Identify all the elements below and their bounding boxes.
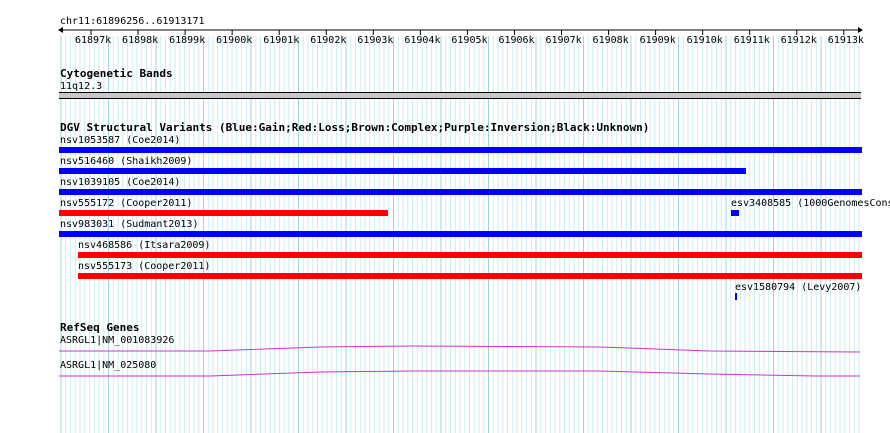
ruler-tick-label: 61910k bbox=[686, 35, 723, 46]
ruler-tick-label: 61899k bbox=[169, 35, 206, 46]
gene-model-nm-025080 bbox=[59, 370, 860, 377]
variant-label[interactable]: nsv468586 (Itsara2009) bbox=[78, 240, 210, 251]
gene-label[interactable]: ASRGL1|NM_001083926 bbox=[60, 335, 174, 346]
gene-model-nm-001083926 bbox=[59, 345, 861, 353]
variant-label[interactable]: esv1580794 (Levy2007) bbox=[735, 282, 861, 293]
ruler-tick-label: 61912k bbox=[780, 35, 817, 46]
variant-label[interactable]: nsv516460 (Shaikh2009) bbox=[60, 156, 192, 167]
variant-bar-loss[interactable] bbox=[78, 273, 862, 279]
ruler-tick-label: 61900k bbox=[216, 35, 253, 46]
ruler-tick-label: 61909k bbox=[639, 35, 676, 46]
ruler-tick-label: 61903k bbox=[357, 35, 394, 46]
variant-label[interactable]: nsv555172 (Cooper2011) bbox=[60, 198, 192, 209]
ruler-tick-label: 61902k bbox=[310, 35, 347, 46]
ruler-tick-label: 61901k bbox=[263, 35, 300, 46]
variant-bar-gain[interactable] bbox=[59, 168, 746, 174]
variant-bar-loss[interactable] bbox=[78, 252, 862, 258]
ruler-tick-label: 61907k bbox=[545, 35, 582, 46]
ruler-tick-label: 61908k bbox=[592, 35, 629, 46]
cytoband-track-title: Cytogenetic Bands bbox=[60, 67, 173, 80]
variant-label[interactable]: esv3408585 (1000GenomesConsortium bbox=[731, 198, 890, 209]
ruler-tick-label: 61913k bbox=[827, 35, 864, 46]
refseq-track-title: RefSeq Genes bbox=[60, 321, 140, 334]
gene-label[interactable]: ASRGL1|NM_025080 bbox=[60, 360, 156, 371]
variant-bar-gain[interactable] bbox=[731, 210, 739, 216]
ruler-tick-label: 61911k bbox=[733, 35, 770, 46]
ruler-tick-label: 61906k bbox=[498, 35, 535, 46]
cytoband-label: 11q12.3 bbox=[60, 81, 103, 92]
variant-bar-gain[interactable] bbox=[59, 147, 862, 153]
variant-bar-gain[interactable] bbox=[59, 231, 862, 237]
variant-bar-loss[interactable] bbox=[59, 210, 388, 216]
dgv-track-title: DGV Structural Variants (Blue:Gain;Red:L… bbox=[60, 121, 650, 134]
ruler-tick-label: 61897k bbox=[75, 35, 112, 46]
ruler-tick-label: 61905k bbox=[451, 35, 488, 46]
variant-bar-gain[interactable] bbox=[59, 189, 862, 195]
variant-label[interactable]: nsv1039105 (Coe2014) bbox=[60, 177, 180, 188]
variant-label[interactable]: nsv983031 (Sudmant2013) bbox=[60, 219, 198, 230]
variant-bar-gain[interactable] bbox=[735, 293, 737, 300]
ruler-tick-label: 61904k bbox=[404, 35, 441, 46]
ruler-tick-label: 61898k bbox=[122, 35, 159, 46]
variant-label[interactable]: nsv1053587 (Coe2014) bbox=[60, 135, 180, 146]
variant-label[interactable]: nsv555173 (Cooper2011) bbox=[78, 261, 210, 272]
cytoband-band-bar[interactable] bbox=[59, 92, 861, 99]
ruler-axis bbox=[58, 27, 863, 35]
